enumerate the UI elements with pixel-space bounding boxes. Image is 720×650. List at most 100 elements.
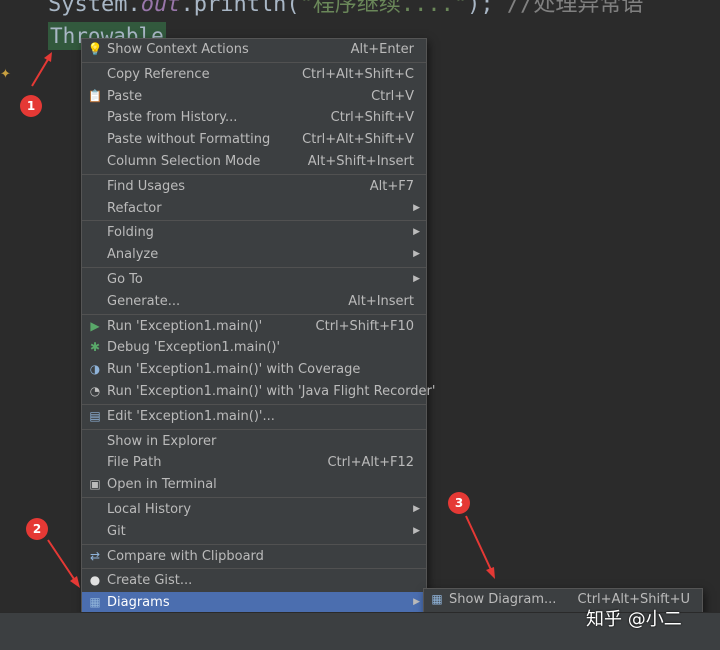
- menu-item-copy-reference[interactable]: Copy Reference Ctrl+Alt+Shift+C: [82, 64, 426, 86]
- submenu-arrow-icon: ▶: [413, 249, 420, 260]
- menu-separator: [82, 61, 426, 63]
- menu-item-file-path[interactable]: File Path Ctrl+Alt+F12: [82, 452, 426, 474]
- menu-item-label: Diagrams: [107, 595, 170, 611]
- menu-item-edit-exception1-main[interactable]: ▤ Edit 'Exception1.main()'...: [82, 406, 426, 428]
- menu-item-run-exception1-main-with-java-flight-recorder[interactable]: ◔ Run 'Exception1.main()' with 'Java Flig…: [82, 381, 436, 403]
- annotation-badge-1: 1: [20, 95, 42, 117]
- menu-item-debug-exception1-main[interactable]: ✱ Debug 'Exception1.main()': [82, 337, 426, 359]
- menu-item-paste[interactable]: 📋 Paste Ctrl+V: [82, 86, 426, 108]
- menu-item-shortcut: Ctrl+Alt+Shift+C: [301, 66, 414, 82]
- menu-item-shortcut: Ctrl+Shift+F10: [315, 318, 414, 334]
- menu-item-label: Show Context Actions: [107, 42, 249, 57]
- menu-item-label: Paste: [107, 88, 143, 104]
- menu-item-label: Show in Explorer: [107, 433, 217, 449]
- annotation-arrow-2: [47, 539, 80, 588]
- annotation-arrow-1: [31, 52, 52, 87]
- annotation-arrow-3: [465, 515, 495, 579]
- menu-item-create-gist[interactable]: ● Create Gist...: [82, 570, 426, 592]
- menu-item-label: Refactor: [107, 200, 162, 216]
- menu-item-shortcut: Ctrl+Alt+Shift+V: [302, 132, 414, 148]
- menu-item-label: File Path: [107, 455, 162, 471]
- menu-item-label: Show Diagram...: [449, 592, 557, 607]
- submenu-arrow-icon: ▶: [413, 202, 420, 213]
- code-comment: //处理异常语: [506, 0, 644, 17]
- menu-item-local-history[interactable]: Local History ▶: [82, 499, 426, 521]
- terminal-icon: ▣: [89, 477, 101, 492]
- gutter-marker-icon: ✦: [0, 67, 11, 82]
- menu-item-find-usages[interactable]: Find Usages Alt+F7: [82, 176, 426, 198]
- watermark: 知乎 @小二: [586, 609, 682, 630]
- menu-item-label: Run 'Exception1.main()' with Coverage: [107, 362, 361, 378]
- menu-separator: [82, 496, 426, 498]
- menu-separator: [82, 173, 426, 175]
- menu-separator: [82, 266, 426, 268]
- menu-item-label: Column Selection Mode: [107, 153, 261, 169]
- menu-separator: [82, 403, 426, 405]
- code-println: .println(: [180, 0, 300, 17]
- menu-item-label: Analyze: [107, 247, 159, 263]
- menu-item-label: Generate...: [107, 293, 181, 309]
- menu-separator: [82, 220, 426, 222]
- menu-separator: [82, 568, 426, 570]
- menu-item-paste-without-formatting[interactable]: Paste without Formatting Ctrl+Alt+Shift+V: [82, 129, 426, 151]
- code-line: System.out.println("程序继续...."); //处理异常语: [48, 0, 643, 18]
- edit-icon: ▤: [89, 408, 101, 423]
- menu-item-label: Compare with Clipboard: [107, 548, 264, 564]
- menu-item-open-in-terminal[interactable]: ▣ Open in Terminal: [82, 474, 426, 496]
- menu-item-column-selection-mode[interactable]: Column Selection Mode Alt+Shift+Insert: [82, 151, 426, 173]
- menu-separator: [82, 428, 426, 430]
- submenu-arrow-icon: ▶: [413, 227, 420, 238]
- menu-item-git[interactable]: Git ▶: [82, 521, 426, 543]
- menu-item-label: Copy Reference: [107, 66, 210, 82]
- menu-item-label: Find Usages: [107, 178, 186, 194]
- submenu-arrow-icon: ▶: [413, 597, 420, 608]
- menu-item-paste-from-history[interactable]: Paste from History... Ctrl+Shift+V: [82, 107, 426, 129]
- menu-item-label: Local History: [107, 501, 192, 517]
- jfr-icon: ◔: [89, 383, 101, 398]
- menu-item-label: Go To: [107, 271, 143, 287]
- debug-icon: ✱: [89, 340, 101, 355]
- menu-item-label: Debug 'Exception1.main()': [107, 340, 281, 356]
- code-system: System.: [48, 0, 141, 17]
- code-out: out: [140, 0, 181, 17]
- menu-item-refactor[interactable]: Refactor ▶: [82, 198, 426, 220]
- menu-item-label: Git: [107, 523, 126, 539]
- menu-item-diagrams[interactable]: ▦ Diagrams ▶: [82, 592, 426, 614]
- menu-item-label: Paste from History...: [107, 110, 238, 126]
- code-string: "程序继续....": [299, 0, 468, 17]
- menu-item-folding[interactable]: Folding ▶: [82, 222, 426, 244]
- submenu-arrow-icon: ▶: [413, 503, 420, 514]
- github-icon: ●: [89, 573, 101, 588]
- menu-item-show-context-actions[interactable]: 💡 Show Context Actions Alt+Enter: [82, 39, 426, 61]
- menu-item-run-exception1-main[interactable]: ▶ Run 'Exception1.main()' Ctrl+Shift+F10: [82, 316, 426, 338]
- menu-item-go-to[interactable]: Go To ▶: [82, 269, 426, 291]
- menu-item-compare-with-clipboard[interactable]: ⇄ Compare with Clipboard: [82, 546, 426, 568]
- menu-item-shortcut: Alt+F7: [369, 178, 414, 194]
- menu-item-run-exception1-main-with-coverage[interactable]: ◑ Run 'Exception1.main()' with Coverage: [82, 359, 426, 381]
- compare-icon: ⇄: [89, 548, 101, 563]
- menu-item-generate[interactable]: Generate... Alt+Insert: [82, 291, 426, 313]
- menu-item-label: Folding: [107, 225, 154, 241]
- submenu-arrow-icon: ▶: [413, 525, 420, 536]
- menu-item-show-in-explorer[interactable]: Show in Explorer: [82, 431, 426, 453]
- code-end: );: [467, 0, 494, 17]
- menu-separator: [82, 543, 426, 545]
- annotation-badge-3: 3: [448, 492, 470, 514]
- menu-separator: [82, 313, 426, 315]
- run-icon: ▶: [90, 318, 100, 333]
- submenu-arrow-icon: ▶: [413, 273, 420, 284]
- menu-item-label: Paste without Formatting: [107, 132, 271, 148]
- menu-item-label: Run 'Exception1.main()': [107, 318, 263, 334]
- menu-item-label: Edit 'Exception1.main()'...: [107, 408, 275, 424]
- menu-item-analyze[interactable]: Analyze ▶: [82, 244, 426, 266]
- annotation-badge-2: 2: [26, 518, 48, 540]
- coverage-icon: ◑: [89, 362, 101, 377]
- menu-item-label: Open in Terminal: [107, 477, 217, 493]
- bulb-icon: 💡: [87, 42, 103, 56]
- context-menu: 💡 Show Context Actions Alt+Enter Copy Refer…: [81, 38, 436, 615]
- menu-item-shortcut: Ctrl+Shift+V: [330, 110, 414, 126]
- paste-icon: 📋: [87, 88, 103, 103]
- menu-item-shortcut: Ctrl+Alt+F12: [327, 455, 414, 471]
- menu-item-shortcut: Alt+Insert: [348, 293, 414, 309]
- menu-item-shortcut: Ctrl+V: [371, 88, 414, 104]
